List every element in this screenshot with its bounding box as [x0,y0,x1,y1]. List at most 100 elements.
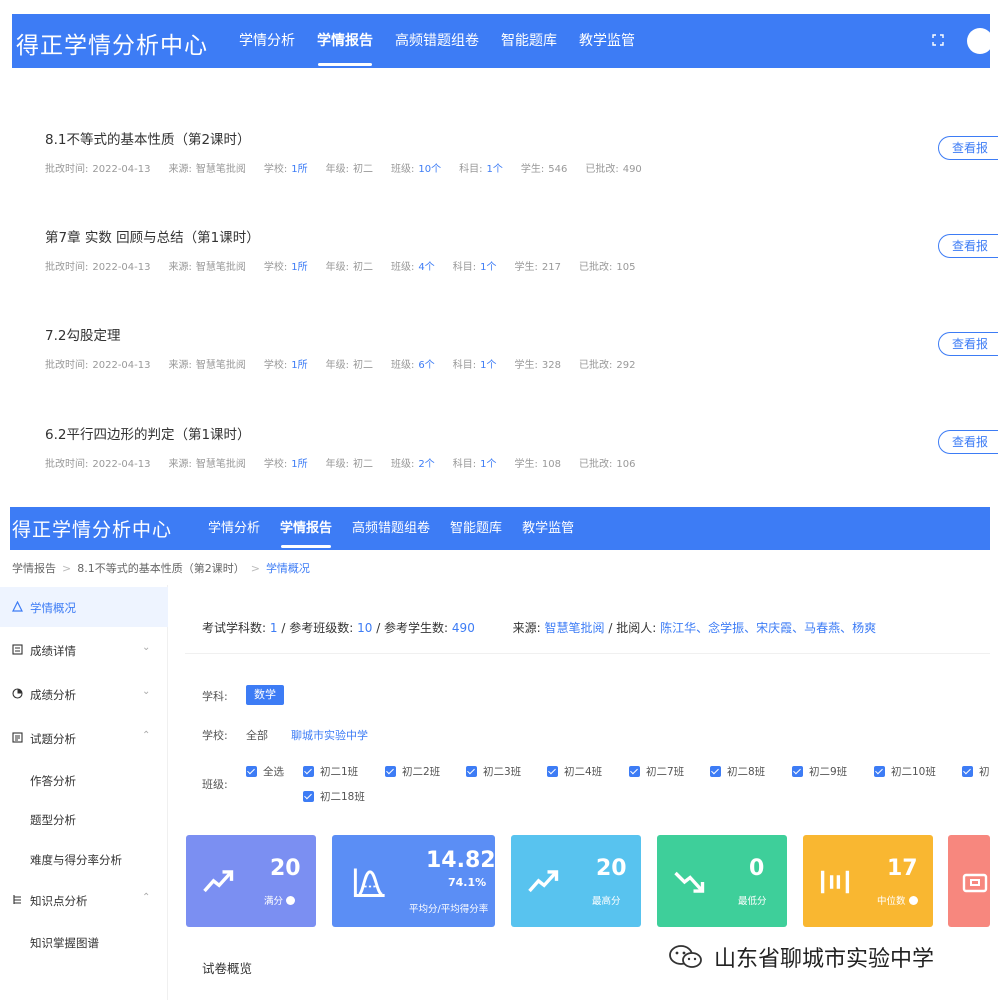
class-checkbox[interactable]: 初二7班 [629,764,684,779]
meta-label: 科目: [452,360,477,371]
fullscreen-icon[interactable] [932,34,944,46]
report-title[interactable]: 6.2平行四边形的判定（第1课时） [45,423,990,443]
meta-graded: 已批改: 490 [585,160,641,175]
view-report-button[interactable]: 查看报 [938,234,998,258]
sidebar-item-score-detail[interactable]: 成绩详情 ⌄ [0,630,168,670]
meta-graded: 已批改: 106 [579,455,635,470]
sidebar-item-score-analysis[interactable]: 成绩分析 ⌄ [0,674,168,714]
report-title[interactable]: 7.2勾股定理 [45,324,990,344]
report-meta: 批改时间: 2022-04-13 来源: 智慧笔批阅 学校: 1所 年级: 初二 班级: 2个 科目… [45,455,990,470]
report-title[interactable]: 8.1不等式的基本性质（第2课时） [45,128,990,148]
stat-value: 20 [270,856,301,881]
meta-value: 6个 [418,360,435,371]
meta-time: 批改时间: 2022-04-13 [45,258,151,273]
meta-value: 4个 [418,262,435,273]
chevron-down-icon: ⌄ [142,686,151,697]
view-report-button[interactable]: 查看报 [938,430,998,454]
breadcrumb-item-current: 学情概况 [265,562,310,575]
school-option[interactable]: 聊城市实验中学 [291,727,368,743]
source-value: 智慧笔批阅 [544,621,605,635]
view-report-button[interactable]: 查看报 [938,136,998,160]
breadcrumb-item-exam[interactable]: 8.1不等式的基本性质（第2课时） [77,562,245,575]
nav-item-report[interactable]: 学情报告 [306,14,384,68]
sidebar-item-knowledge-analysis[interactable]: 知识点分析 ⌃ [0,880,168,920]
class-checkbox[interactable]: 初二8班 [710,764,765,779]
nav-item-supervision[interactable]: 教学监管 [568,14,646,68]
nav-item-analysis[interactable]: 学情分析 [198,507,270,550]
stat-card-partial [948,835,990,927]
class-filter-label: 班级: [202,778,228,791]
class-checkbox[interactable]: 初 [962,764,990,779]
nav-item-error-paper[interactable]: 高频错题组卷 [342,507,440,550]
meta-time: 批改时间: 2022-04-13 [45,356,151,371]
view-report-button[interactable]: 查看报 [938,332,998,356]
sidebar-item-overview[interactable]: 学情概况 [0,587,168,627]
info-icon[interactable] [908,896,918,905]
sidebar-item-label: 试题分析 [30,732,76,746]
sidebar-subitem-knowledge-map[interactable]: 知识掌握图谱 [30,935,99,951]
stat-card: 20 最高分 [511,835,641,927]
nav-item-question-bank[interactable]: 智能题库 [440,507,512,550]
class-checkbox[interactable]: 初二9班 [792,764,847,779]
info-icon[interactable] [286,896,296,905]
breadcrumb-item-report[interactable]: 学情报告 [12,562,56,575]
meta-value: 1个 [486,164,503,175]
meta-label: 批改时间: [45,459,89,470]
class-checkbox[interactable]: 初二4班 [547,764,602,779]
meta-school: 学校: 1所 [264,356,308,371]
class-checkbox[interactable]: 初二18班 [303,789,365,804]
meta-value: 2022-04-13 [92,164,151,175]
report-item: 7.2勾股定理 批改时间: 2022-04-13 来源: 智慧笔批阅 学校: 1所 年级: 初二… [45,324,990,371]
meta-value: 2个 [418,459,435,470]
sidebar-subitem-type-analysis[interactable]: 题型分析 [30,812,76,828]
main-nav: 学情分析 学情报告 高频错题组卷 智能题库 教学监管 [228,14,646,68]
meta-value: 328 [541,360,561,371]
class-checkbox[interactable]: 全选 [246,764,284,779]
stat-label-text: 中位数 [877,896,906,907]
checkbox-checked-icon [466,766,477,777]
class-checkbox[interactable]: 初二2班 [385,764,440,779]
sidebar-item-label: 知识点分析 [30,894,88,908]
report-title[interactable]: 第7章 实数 回顾与总结（第1课时） [45,226,990,246]
meta-value: 292 [616,360,636,371]
meta-time: 批改时间: 2022-04-13 [45,455,151,470]
wechat-icon [669,945,702,968]
students-count: 490 [451,621,475,635]
class-checkbox-label: 初二7班 [646,766,685,778]
meta-class: 班级: 4个 [391,258,435,273]
breadcrumb-separator-icon: > [250,562,260,575]
brand-title: 得正学情分析中心 [12,519,173,541]
meta-class: 班级: 10个 [391,160,441,175]
sidebar-item-label: 成绩详情 [30,644,76,658]
stat-label: 最高分 [592,893,621,907]
nav-item-question-bank[interactable]: 智能题库 [490,14,568,68]
stat-card: 0 最低分 [657,835,787,927]
meta-label: 批改时间: [45,164,89,175]
subject-tag[interactable]: 数学 [246,685,284,705]
bell-curve-icon [353,868,385,897]
meta-value: 490 [622,164,642,175]
meta-value: 2022-04-13 [92,262,151,273]
chevron-up-icon: ⌃ [142,892,151,903]
class-checkbox[interactable]: 初二10班 [874,764,936,779]
nav-item-analysis[interactable]: 学情分析 [228,14,306,68]
sidebar-item-question-analysis[interactable]: 试题分析 ⌃ [0,718,168,758]
avatar[interactable] [967,28,993,54]
checkbox-checked-icon [385,766,396,777]
stat-value: 14.82 [426,848,495,873]
nav-item-supervision[interactable]: 教学监管 [512,507,584,550]
meta-subject: 科目: 1个 [453,455,497,470]
sidebar-subitem-difficulty-analysis[interactable]: 难度与得分率分析 [30,852,122,868]
nav-item-report[interactable]: 学情报告 [270,507,342,550]
class-checkbox[interactable]: 初二1班 [303,764,358,779]
meta-grade: 年级: 初二 [326,258,373,273]
school-option-all[interactable]: 全部 [246,727,268,743]
meta-label: 已批改: [578,262,613,273]
nav-item-error-paper[interactable]: 高频错题组卷 [384,14,490,68]
sidebar: 学情概况 成绩详情 ⌄ 成绩分析 ⌄ 试题分析 ⌃ 作答分析 题型分析 难度与得… [0,585,168,1000]
class-checkbox[interactable]: 初二3班 [466,764,521,779]
meta-value: 初二 [353,164,373,175]
stat-label-text: 最低分 [738,896,767,907]
graders-label: / 批阅人: [608,621,657,635]
sidebar-subitem-answer-analysis[interactable]: 作答分析 [30,773,76,789]
